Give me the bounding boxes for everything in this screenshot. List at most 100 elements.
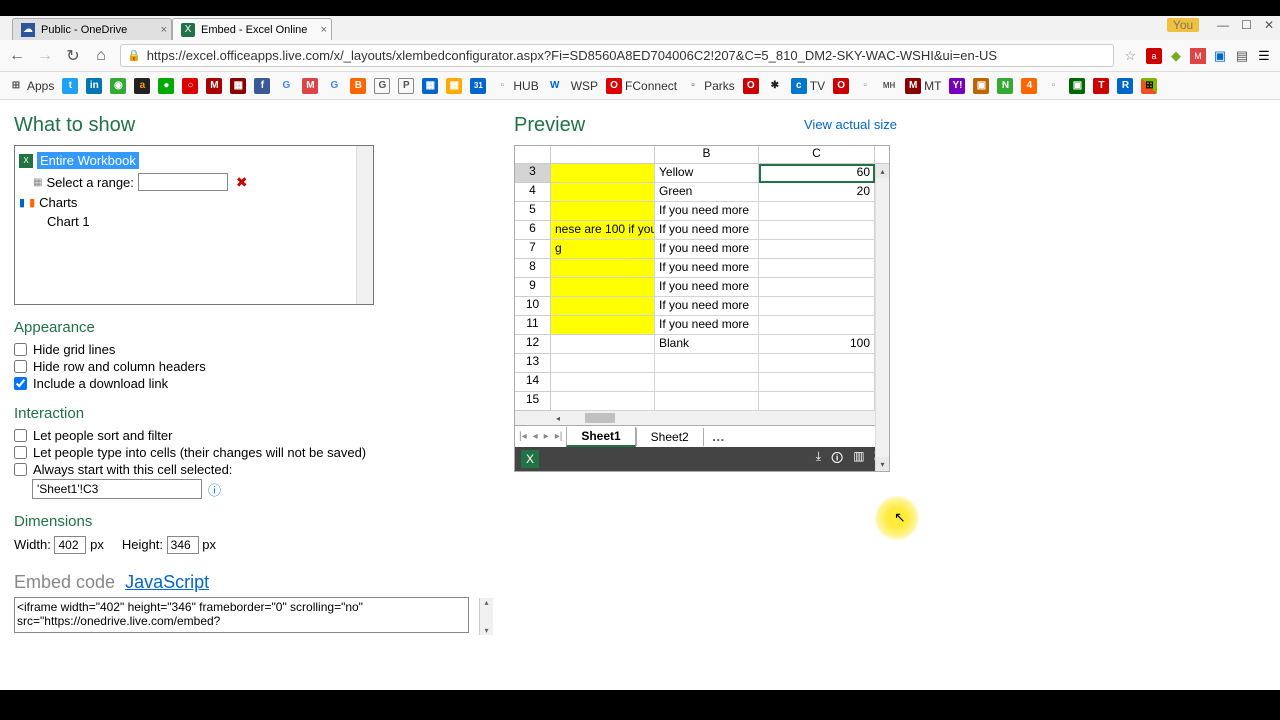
checkbox-hide-headers[interactable]: Hide row and column headers: [14, 359, 494, 374]
bookmark-icon[interactable]: ▦: [446, 78, 462, 94]
tree-charts[interactable]: ▮▮ Charts: [19, 193, 369, 212]
yahoo-icon[interactable]: Y!: [949, 78, 965, 94]
cell[interactable]: If you need more: [655, 221, 759, 240]
bookmark-icon[interactable]: ◉: [110, 78, 126, 94]
cell[interactable]: [551, 392, 655, 411]
table-row[interactable]: 11If you need more: [515, 316, 889, 335]
horizontal-scrollbar[interactable]: ◂ ▸: [515, 411, 889, 425]
you-badge[interactable]: You: [1167, 18, 1199, 32]
star-icon[interactable]: ☆: [1124, 48, 1136, 64]
table-row[interactable]: 14: [515, 373, 889, 392]
cell[interactable]: [551, 335, 655, 354]
ext-icon[interactable]: ▤: [1234, 48, 1250, 64]
cell[interactable]: [759, 240, 875, 259]
cell[interactable]: [551, 202, 655, 221]
bookmark-fconnect[interactable]: OFConnect: [606, 78, 677, 94]
blogger-icon[interactable]: B: [350, 78, 366, 94]
table-row[interactable]: 4 Green20: [515, 183, 889, 202]
bookmark-wsp[interactable]: WSP: [571, 79, 598, 93]
cell[interactable]: [551, 354, 655, 373]
bookmark-tv[interactable]: cTV: [791, 78, 825, 94]
cell[interactable]: [759, 316, 875, 335]
bookmark-icon[interactable]: ▣: [1069, 78, 1085, 94]
cell[interactable]: [551, 373, 655, 392]
cell[interactable]: [551, 183, 655, 202]
col-header-b[interactable]: B: [655, 146, 759, 164]
row-header[interactable]: 4: [515, 183, 551, 202]
cell[interactable]: [551, 164, 655, 183]
table-row[interactable]: 6nese are 100 if youIf you need more: [515, 221, 889, 240]
what-to-show-tree[interactable]: X Entire Workbook ▦ Select a range: ✖ ▮▮…: [14, 145, 374, 305]
next-sheet-icon[interactable]: ▸: [544, 431, 549, 442]
row-header[interactable]: 9: [515, 278, 551, 297]
bookmark-icon[interactable]: O: [833, 78, 849, 94]
menu-icon[interactable]: ☰: [1256, 48, 1272, 64]
cell[interactable]: [551, 259, 655, 278]
google-icon[interactable]: G: [326, 78, 342, 94]
tree-chart1[interactable]: Chart 1: [47, 212, 369, 231]
amazon-icon[interactable]: a: [134, 78, 150, 94]
calendar-icon[interactable]: 31: [470, 78, 486, 94]
col-header-c[interactable]: C: [759, 146, 875, 164]
bookmark-icon[interactable]: N: [997, 78, 1013, 94]
tree-entire-workbook[interactable]: X Entire Workbook: [19, 150, 369, 171]
tree-select-range[interactable]: ▦ Select a range: ✖: [33, 171, 369, 193]
cell[interactable]: 60: [759, 164, 875, 183]
height-input[interactable]: [167, 536, 199, 554]
bookmark-icon[interactable]: ●: [158, 78, 174, 94]
url-bar[interactable]: 🔒 https://excel.officeapps.live.com/x/_l…: [120, 44, 1114, 67]
prev-sheet-icon[interactable]: ◂: [533, 431, 538, 442]
cell[interactable]: [655, 392, 759, 411]
tab-excel-embed[interactable]: X Embed - Excel Online ×: [172, 18, 332, 40]
cell[interactable]: [759, 221, 875, 240]
bookmark-icon[interactable]: ✱: [767, 78, 783, 94]
row-header[interactable]: 5: [515, 202, 551, 221]
bookmark-icon[interactable]: R: [1117, 78, 1133, 94]
windows-icon[interactable]: ⊞: [1141, 78, 1157, 94]
cell[interactable]: [655, 354, 759, 373]
cell[interactable]: [759, 297, 875, 316]
row-header[interactable]: 7: [515, 240, 551, 259]
cell[interactable]: Blank: [655, 335, 759, 354]
gmail-icon[interactable]: M: [302, 78, 318, 94]
cell[interactable]: If you need more: [655, 297, 759, 316]
table-row[interactable]: 8If you need more: [515, 259, 889, 278]
cell[interactable]: If you need more: [655, 240, 759, 259]
facebook-icon[interactable]: f: [254, 78, 270, 94]
col-header-a[interactable]: [551, 146, 655, 164]
apps-button[interactable]: ⊞Apps: [8, 78, 54, 94]
bookmark-icon[interactable]: ▫: [857, 78, 873, 94]
cell[interactable]: 20: [759, 183, 875, 202]
bookmark-icon[interactable]: M: [206, 78, 222, 94]
start-cell-input[interactable]: [32, 479, 202, 499]
range-input[interactable]: [138, 173, 228, 191]
cell[interactable]: If you need more: [655, 259, 759, 278]
embed-code-textarea[interactable]: <iframe width="402" height="346" framebo…: [14, 597, 469, 633]
row-header[interactable]: 3: [515, 164, 551, 183]
row-header[interactable]: 12: [515, 335, 551, 354]
cell[interactable]: [759, 392, 875, 411]
cell[interactable]: [759, 354, 875, 373]
cell[interactable]: If you need more: [655, 202, 759, 221]
row-header[interactable]: 11: [515, 316, 551, 335]
cell[interactable]: If you need more: [655, 278, 759, 297]
cell[interactable]: [759, 202, 875, 221]
gmail-icon[interactable]: M: [1190, 48, 1206, 64]
table-row[interactable]: 3Yellow60: [515, 164, 889, 183]
home-icon[interactable]: ⌂: [92, 47, 110, 65]
bookmark-mt[interactable]: MMT: [905, 78, 941, 94]
info-icon[interactable]: ⓘ: [208, 480, 221, 499]
view-icon[interactable]: ▥: [853, 449, 864, 470]
bookmark-icon[interactable]: T: [1093, 78, 1109, 94]
view-actual-size-link[interactable]: View actual size: [804, 117, 897, 132]
bookmark-icon[interactable]: ▣: [973, 78, 989, 94]
checkbox-type-cells[interactable]: Let people type into cells (their change…: [14, 445, 494, 460]
close-icon[interactable]: ×: [161, 24, 167, 36]
sheet-tab-2[interactable]: Sheet2: [636, 428, 704, 446]
cell[interactable]: [655, 373, 759, 392]
minimize-icon[interactable]: —: [1217, 18, 1229, 32]
ext-icon[interactable]: a: [1146, 48, 1162, 64]
info-icon[interactable]: 🛈: [831, 449, 843, 470]
cell[interactable]: Green: [655, 183, 759, 202]
table-row[interactable]: 13: [515, 354, 889, 373]
